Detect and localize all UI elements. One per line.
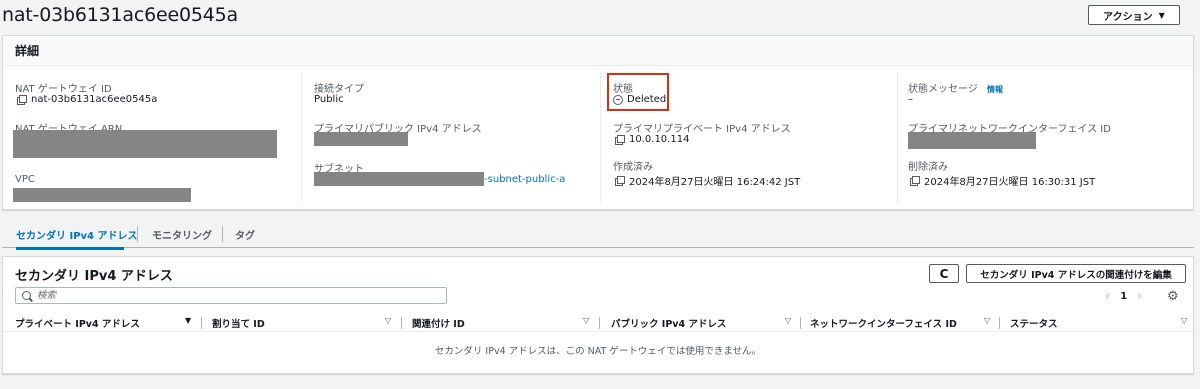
- primary-private-ip-text: 10.0.10.114: [629, 134, 690, 145]
- state-label: 状態: [613, 84, 633, 95]
- vpc-redacted: [13, 188, 191, 202]
- subnet-link[interactable]: -subnet-public-a: [484, 174, 565, 185]
- details-col-1: NAT ゲートウェイ ID nat-03b6131ac6ee0545a NAT …: [3, 72, 300, 204]
- nat-arn-redacted: [13, 130, 277, 158]
- tabs-bar: セカンダリ IPv4 アドレス モニタリング タグ: [2, 224, 1194, 250]
- copy-icon[interactable]: [17, 95, 27, 105]
- tab-monitoring[interactable]: モニタリング: [152, 227, 212, 248]
- info-link[interactable]: 情報: [987, 85, 1003, 94]
- details-panel: 詳細 NAT ゲートウェイ ID nat-03b6131ac6ee0545a N…: [2, 35, 1194, 210]
- actions-label: アクション: [1103, 11, 1153, 23]
- tab-secondary-ipv4-label: セカンダリ IPv4 アドレス: [16, 231, 138, 242]
- sort-desc-icon[interactable]: ▼: [185, 316, 191, 325]
- refresh-icon: C: [939, 266, 949, 281]
- sort-icon[interactable]: ▽: [785, 316, 791, 325]
- created-label: 作成済み: [613, 162, 653, 173]
- deleted-text: 2024年8月27日火曜日 16:30:31 JST: [924, 177, 1096, 188]
- created-text: 2024年8月27日火曜日 16:24:42 JST: [629, 177, 801, 188]
- details-heading: 詳細: [3, 36, 1193, 66]
- column-association-id[interactable]: 関連付け ID: [412, 316, 465, 330]
- column-separator: [201, 317, 202, 329]
- subnet-value[interactable]: -subnet-public-a: [314, 172, 565, 186]
- details-col-2: 接続タイプ Public プライマリパブリック IPv4 アドレス サブネット …: [301, 72, 599, 204]
- table-header: プライベート IPv4 アドレス ▼ 割り当て ID ▽ 関連付け ID ▽ パ…: [3, 313, 1193, 332]
- state-text: Deleted: [627, 94, 667, 105]
- copy-icon[interactable]: [615, 135, 625, 145]
- state-message-value: –: [908, 94, 913, 105]
- empty-table-message: セカンダリ IPv4 アドレスは、この NAT ゲートウェイでは使用できません。: [434, 346, 762, 357]
- copy-icon[interactable]: [615, 176, 625, 186]
- column-separator: [401, 317, 402, 329]
- tab-tags[interactable]: タグ: [235, 227, 255, 248]
- tab-secondary-ipv4[interactable]: セカンダリ IPv4 アドレス: [16, 227, 138, 250]
- column-separator: [999, 317, 1000, 329]
- pagination: ‹ 1 ›: [1105, 289, 1142, 304]
- actions-button[interactable]: アクション ▼: [1088, 5, 1180, 25]
- tab-separator: [222, 226, 223, 242]
- primary-eni-redacted: [908, 132, 1036, 149]
- column-separator: [599, 317, 600, 329]
- search-input[interactable]: [37, 290, 437, 301]
- sort-icon[interactable]: ▽: [1181, 316, 1187, 325]
- sort-icon[interactable]: ▽: [583, 316, 589, 325]
- page-title: nat-03b6131ac6ee0545a: [2, 4, 238, 26]
- refresh-button[interactable]: C: [929, 264, 959, 283]
- column-public-ipv4[interactable]: パブリック IPv4 アドレス: [611, 316, 726, 330]
- tab-separator: [137, 226, 138, 242]
- active-tab-underline: [16, 247, 124, 250]
- connection-type-value: Public: [314, 94, 344, 105]
- search-icon: [22, 291, 31, 300]
- column-network-interface-id[interactable]: ネットワークインターフェイス ID: [810, 316, 957, 330]
- previous-page-icon[interactable]: ‹: [1105, 289, 1110, 304]
- caret-down-icon: ▼: [1158, 10, 1165, 20]
- nat-id-value: nat-03b6131ac6ee0545a: [17, 94, 157, 105]
- column-status[interactable]: ステータス: [1010, 316, 1058, 330]
- deleted-label: 削除済み: [908, 162, 948, 173]
- next-page-icon[interactable]: ›: [1137, 289, 1142, 304]
- edit-secondary-ipv4-button[interactable]: セカンダリ IPv4 アドレスの関連付けを編集: [966, 264, 1186, 283]
- state-message-label: 状態メッセージ 情報: [908, 80, 1003, 95]
- sort-icon[interactable]: ▽: [984, 316, 990, 325]
- created-value: 2024年8月27日火曜日 16:24:42 JST: [615, 173, 800, 188]
- nat-id-label: NAT ゲートウェイ ID: [15, 84, 112, 95]
- secondary-ipv4-title: セカンダリ IPv4 アドレス: [15, 269, 173, 284]
- details-col-4: 状態メッセージ 情報 – プライマリネットワークインターフェイス ID 削除済み…: [897, 72, 1193, 204]
- column-private-ipv4[interactable]: プライベート IPv4 アドレス: [15, 316, 140, 330]
- details-col-3: 状態 Deleted プライマリプライベート IPv4 アドレス 10.0.10…: [600, 72, 896, 204]
- column-allocation-id[interactable]: 割り当て ID: [212, 316, 265, 330]
- state-value: Deleted: [613, 94, 666, 105]
- search-box[interactable]: [15, 287, 447, 304]
- primary-public-ip-redacted: [314, 132, 408, 146]
- nat-id-text: nat-03b6131ac6ee0545a: [31, 94, 158, 105]
- vpc-label: VPC: [15, 174, 35, 185]
- gear-icon[interactable]: ⚙: [1167, 289, 1179, 304]
- column-separator: [800, 317, 801, 329]
- subnet-redacted: [314, 172, 484, 186]
- copy-icon[interactable]: [910, 176, 920, 186]
- minus-circle-icon: [613, 94, 623, 105]
- connection-type-label: 接続タイプ: [314, 84, 364, 95]
- page-number[interactable]: 1: [1120, 291, 1127, 302]
- primary-private-ip-value: 10.0.10.114: [615, 134, 689, 145]
- state-message-label-text: 状態メッセージ: [908, 84, 978, 95]
- deleted-value: 2024年8月27日火曜日 16:30:31 JST: [910, 173, 1095, 188]
- sort-icon[interactable]: ▽: [385, 316, 391, 325]
- primary-private-ip-label: プライマリプライベート IPv4 アドレス: [613, 124, 791, 135]
- secondary-ipv4-panel: セカンダリ IPv4 アドレス C セカンダリ IPv4 アドレスの関連付けを編…: [2, 256, 1194, 374]
